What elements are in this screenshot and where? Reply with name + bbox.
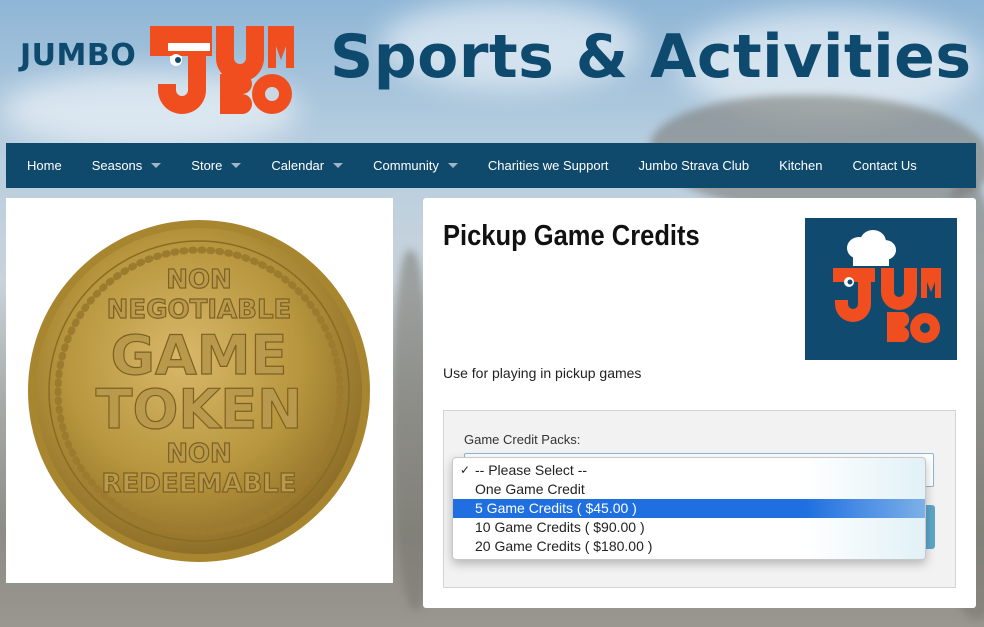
nav-item-label: Store bbox=[191, 158, 223, 173]
chevron-down-icon bbox=[151, 163, 162, 168]
nav-item-charities[interactable]: Charities we Support bbox=[473, 143, 624, 188]
nav-item-community[interactable]: Community bbox=[358, 143, 473, 188]
option-label: 5 Game Credits ( $45.00 ) bbox=[475, 500, 637, 516]
main-nav: Home Seasons Store Calendar Community Ch… bbox=[6, 143, 976, 188]
credit-packs-dropdown: ✓ -- Please Select -- One Game Credit 5 G… bbox=[452, 457, 926, 560]
check-icon: ✓ bbox=[460, 463, 471, 477]
product-title: Pickup Game Credits bbox=[443, 220, 700, 252]
chevron-down-icon bbox=[333, 163, 344, 168]
token-line: REDEEMABLE bbox=[101, 469, 296, 499]
nav-item-label: Jumbo Strava Club bbox=[638, 158, 750, 173]
nav-item-contact-us[interactable]: Contact Us bbox=[837, 143, 931, 188]
jumbo-chef-logo-icon bbox=[805, 218, 957, 360]
option-label: 20 Game Credits ( $180.00 ) bbox=[475, 538, 653, 554]
nav-item-store[interactable]: Store bbox=[176, 143, 256, 188]
nav-item-label: Calendar bbox=[271, 158, 325, 173]
dropdown-option-5-credits[interactable]: 5 Game Credits ( $45.00 ) bbox=[453, 499, 925, 518]
option-label: One Game Credit bbox=[475, 481, 585, 497]
nav-item-calendar[interactable]: Calendar bbox=[256, 143, 358, 188]
nav-item-label: Contact Us bbox=[852, 158, 917, 173]
nav-item-kitchen[interactable]: Kitchen bbox=[764, 143, 837, 188]
nav-item-home[interactable]: Home bbox=[12, 143, 77, 188]
logo-wordmark[interactable]: JUMBO bbox=[20, 38, 136, 73]
nav-item-label: Seasons bbox=[91, 158, 143, 173]
token-line: NON bbox=[166, 439, 232, 469]
nav-item-label: Community bbox=[373, 158, 439, 173]
product-image-panel: NON NEGOTIABLE GAME TOKEN NON REDEEMABLE bbox=[6, 198, 393, 583]
dropdown-option-10-credits[interactable]: 10 Game Credits ( $90.00 ) bbox=[453, 518, 925, 537]
option-label: 10 Game Credits ( $90.00 ) bbox=[475, 519, 645, 535]
chevron-down-icon bbox=[231, 163, 242, 168]
token-line: NEGOTIABLE bbox=[107, 295, 292, 325]
nav-item-seasons[interactable]: Seasons bbox=[77, 143, 177, 188]
nav-item-label: Charities we Support bbox=[487, 158, 609, 173]
chevron-down-icon bbox=[447, 163, 458, 168]
site-title: Sports & Activities bbox=[330, 22, 972, 92]
token-line: TOKEN bbox=[96, 378, 303, 441]
option-label: -- Please Select -- bbox=[475, 462, 588, 478]
dropdown-option-please-select[interactable]: ✓ -- Please Select -- bbox=[453, 461, 925, 480]
nav-item-label: Home bbox=[27, 158, 62, 173]
product-description: Use for playing in pickup games bbox=[443, 365, 642, 381]
game-token-image: NON NEGOTIABLE GAME TOKEN NON REDEEMABLE bbox=[28, 220, 370, 562]
dropdown-option-20-credits[interactable]: 20 Game Credits ( $180.00 ) bbox=[453, 537, 925, 556]
site-header: JUMBO Sports & Activities bbox=[0, 0, 984, 140]
dropdown-option-one-credit[interactable]: One Game Credit bbox=[453, 480, 925, 499]
token-line: NON bbox=[166, 265, 232, 295]
credit-packs-label: Game Credit Packs: bbox=[464, 432, 581, 447]
nav-item-strava-club[interactable]: Jumbo Strava Club bbox=[624, 143, 765, 188]
jumbo-logo-icon[interactable] bbox=[140, 18, 300, 114]
nav-item-label: Kitchen bbox=[779, 158, 823, 173]
